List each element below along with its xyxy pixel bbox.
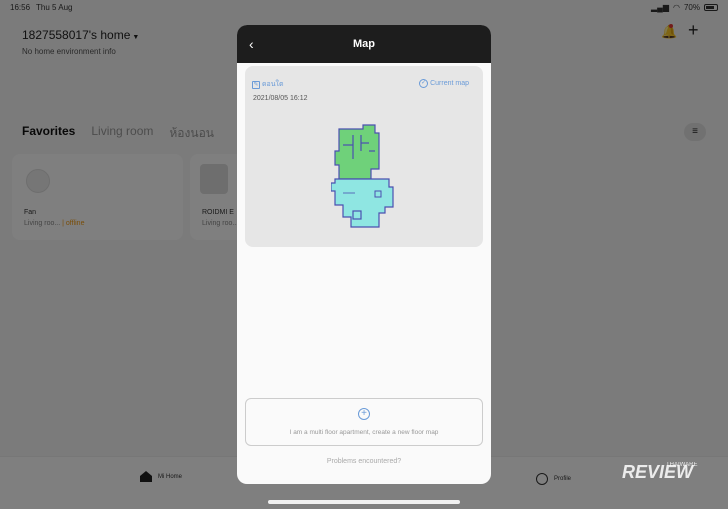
map-date: 2021/08/05 16:12 [253, 95, 308, 102]
plus-circle-icon: + [358, 408, 370, 420]
problems-link[interactable]: Problems encountered? [237, 458, 491, 465]
map-name-text: ดอนใต [262, 81, 284, 88]
add-floor-label: I am a multi floor apartment, create a n… [289, 429, 439, 436]
modal-header: ‹ Map [237, 25, 491, 63]
modal-title: Map [353, 38, 375, 50]
add-floor-button[interactable]: + I am a multi floor apartment, create a… [245, 398, 483, 446]
map-card[interactable]: ✎ ดอนใต ✓ Current map 2021/08/05 16:12 [245, 66, 483, 247]
floor-plan-map [331, 124, 394, 228]
edit-icon: ✎ [252, 80, 260, 89]
watermark-brand: THAIWARE [666, 462, 698, 468]
current-map-badge: ✓ Current map [419, 79, 469, 88]
map-name[interactable]: ✎ ดอนใต [252, 79, 284, 90]
current-map-label: Current map [430, 80, 469, 87]
check-icon: ✓ [419, 79, 429, 88]
map-modal: ‹ Map ✎ ดอนใต ✓ Current map 2021/08/05 16:… [237, 25, 491, 484]
home-indicator[interactable] [268, 500, 460, 504]
